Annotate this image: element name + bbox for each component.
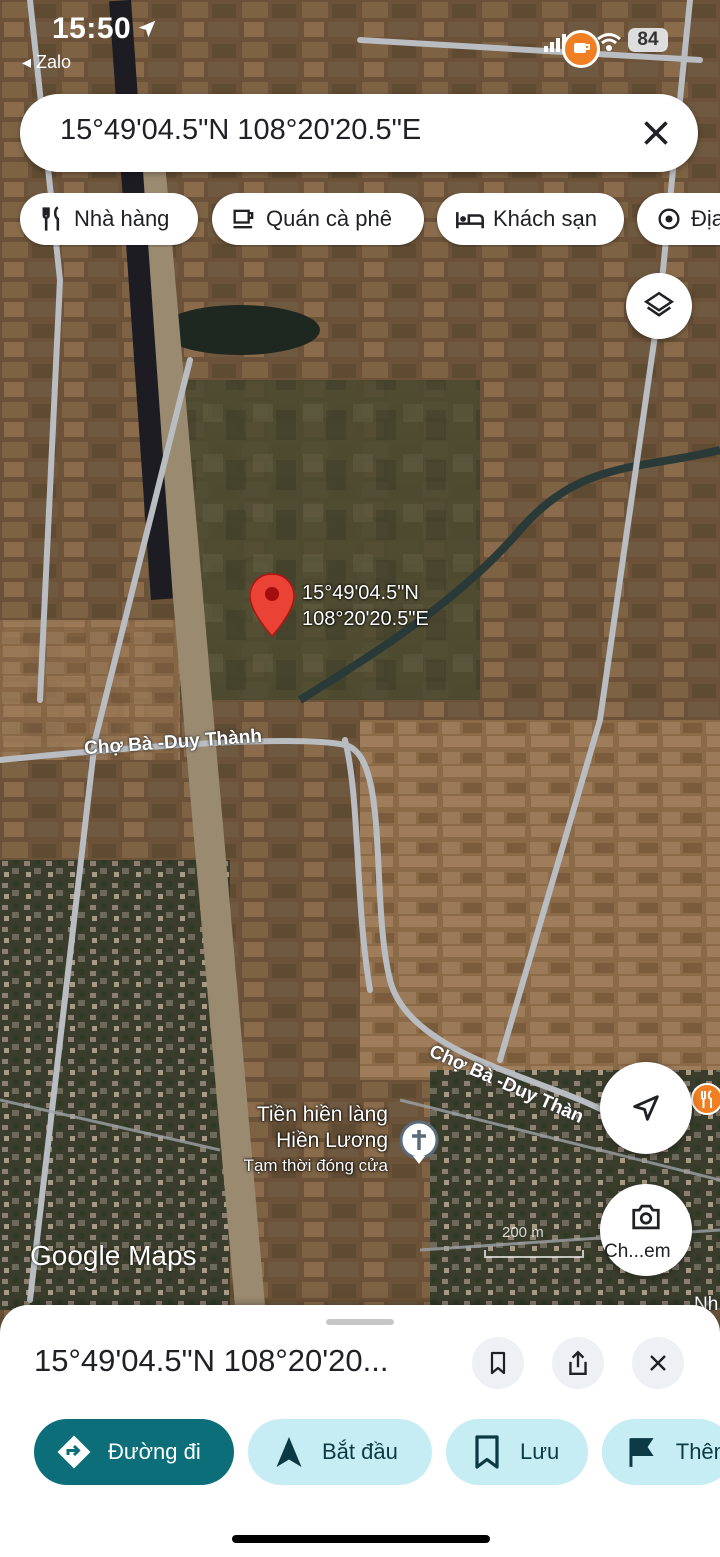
- pin-lat: 15°49'04.5"N: [302, 582, 419, 604]
- navigation-arrow-icon: [633, 1095, 659, 1121]
- category-chips: Nhà hàng Quán cà phê Khách sạn Địa: [0, 193, 720, 247]
- chip-label: Khách sạn: [493, 206, 597, 231]
- chip-label: Nhà hàng: [74, 206, 170, 231]
- scale-text: 200 m: [502, 1224, 544, 1241]
- pin-coordinates-label: 15°49'04.5"N 108°20'20.5"E: [302, 580, 429, 632]
- battery-indicator: 84: [628, 28, 668, 52]
- location-arrow-icon: [138, 20, 156, 38]
- chip-hotels[interactable]: Khách sạn: [437, 193, 624, 245]
- more-label: Thêm: [675, 1439, 720, 1464]
- directions-label: Đường đi: [108, 1439, 201, 1464]
- street-view-label: Ch...em: [604, 1241, 671, 1262]
- bookmark-icon: [475, 1435, 499, 1469]
- church-icon[interactable]: [398, 1120, 440, 1166]
- chip-coffee[interactable]: Quán cà phê: [212, 193, 424, 245]
- my-location-button[interactable]: [600, 1062, 692, 1154]
- poi-status: Tạm thời đóng cửa: [243, 1156, 388, 1175]
- directions-button[interactable]: Đường đi: [34, 1419, 234, 1485]
- poi-name-line2: Hiền Lương: [276, 1129, 388, 1152]
- camera-icon: [632, 1204, 660, 1230]
- poi-name-line1: Tiền hiền làng: [256, 1103, 388, 1126]
- directions-icon: [57, 1435, 91, 1469]
- clear-search-close-icon[interactable]: [638, 115, 674, 151]
- chip-attractions[interactable]: Địa: [637, 193, 720, 245]
- save-label: Lưu: [520, 1439, 560, 1464]
- share-button[interactable]: [552, 1337, 604, 1389]
- start-navigation-button[interactable]: Bắt đầu: [248, 1419, 432, 1485]
- layers-button[interactable]: [626, 273, 692, 339]
- google-maps-logo: Google Maps: [30, 1240, 197, 1271]
- chip-label: Địa: [691, 206, 720, 231]
- hotel-icon: [456, 212, 484, 229]
- restaurant-marker-icon[interactable]: [690, 1082, 720, 1116]
- location-pin-icon[interactable]: [248, 572, 296, 638]
- orange-cup-badge-icon: [562, 30, 600, 68]
- place-bottom-sheet[interactable]: 15°49'04.5"N 108°20'20... Đường đi Bắt đ…: [0, 1305, 720, 1557]
- status-time: 15:50: [52, 12, 132, 45]
- home-indicator: [232, 1535, 490, 1543]
- poi-label[interactable]: Tiền hiền làng Hiền Lương Tạm thời đóng …: [226, 1102, 388, 1178]
- place-title: 15°49'04.5"N 108°20'20...: [34, 1343, 389, 1378]
- sheet-drag-handle[interactable]: [326, 1319, 394, 1325]
- bookmark-icon: [490, 1351, 506, 1375]
- coffee-icon: [233, 209, 254, 229]
- chip-restaurants[interactable]: Nhà hàng: [20, 193, 198, 245]
- close-icon: [650, 1355, 666, 1371]
- chip-label: Quán cà phê: [266, 206, 392, 231]
- pin-lng: 108°20'20.5"E: [302, 608, 429, 630]
- close-sheet-button[interactable]: [632, 1337, 684, 1389]
- back-to-app-link[interactable]: ◂ Zalo: [22, 52, 71, 73]
- status-bar: 15:50 ◂ Zalo 84: [0, 0, 720, 80]
- attraction-icon: [658, 208, 680, 230]
- search-bar[interactable]: 15°49'04.5"N 108°20'20.5"E: [20, 94, 698, 172]
- share-icon: [569, 1350, 587, 1375]
- layers-icon: [643, 291, 675, 317]
- search-input[interactable]: 15°49'04.5"N 108°20'20.5"E: [60, 114, 421, 147]
- save-button[interactable]: Lưu: [446, 1419, 588, 1485]
- restaurant-icon: [42, 206, 60, 231]
- flag-icon: [629, 1438, 654, 1467]
- wifi-icon: [597, 33, 621, 51]
- more-button[interactable]: Thêm: [602, 1419, 720, 1485]
- start-label: Bắt đầu: [322, 1439, 398, 1464]
- save-bookmark-button[interactable]: [472, 1337, 524, 1389]
- scale-bar: 200 m: [484, 1224, 584, 1258]
- navigation-icon: [276, 1437, 302, 1467]
